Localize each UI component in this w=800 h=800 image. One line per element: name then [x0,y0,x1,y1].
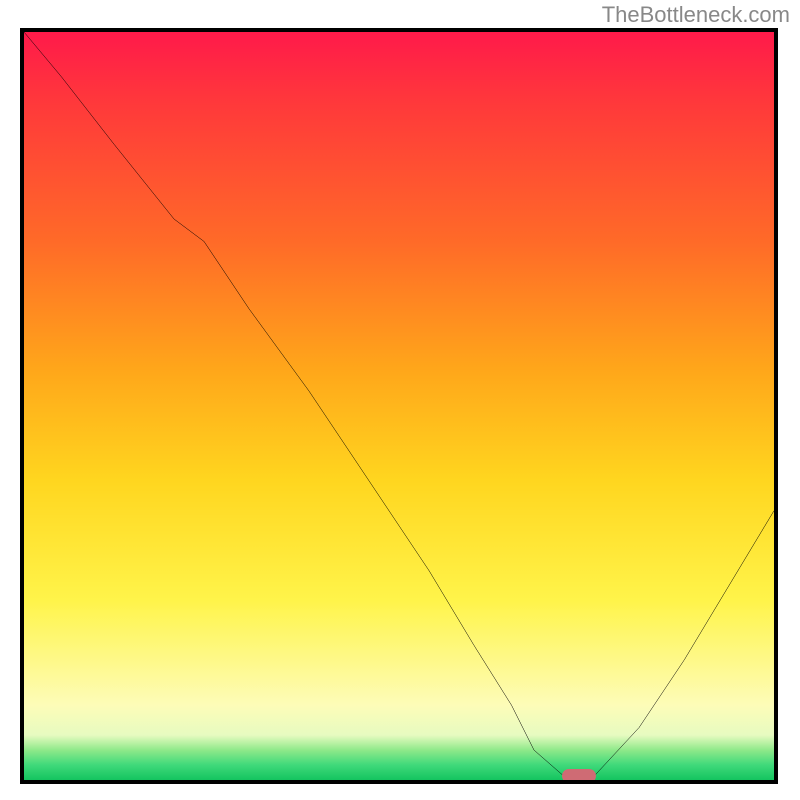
optimal-point-marker [562,769,596,783]
chart-container: TheBottleneck.com [0,0,800,800]
watermark-text: TheBottleneck.com [602,2,790,28]
plot-frame [20,28,778,784]
bottleneck-curve [24,32,774,780]
